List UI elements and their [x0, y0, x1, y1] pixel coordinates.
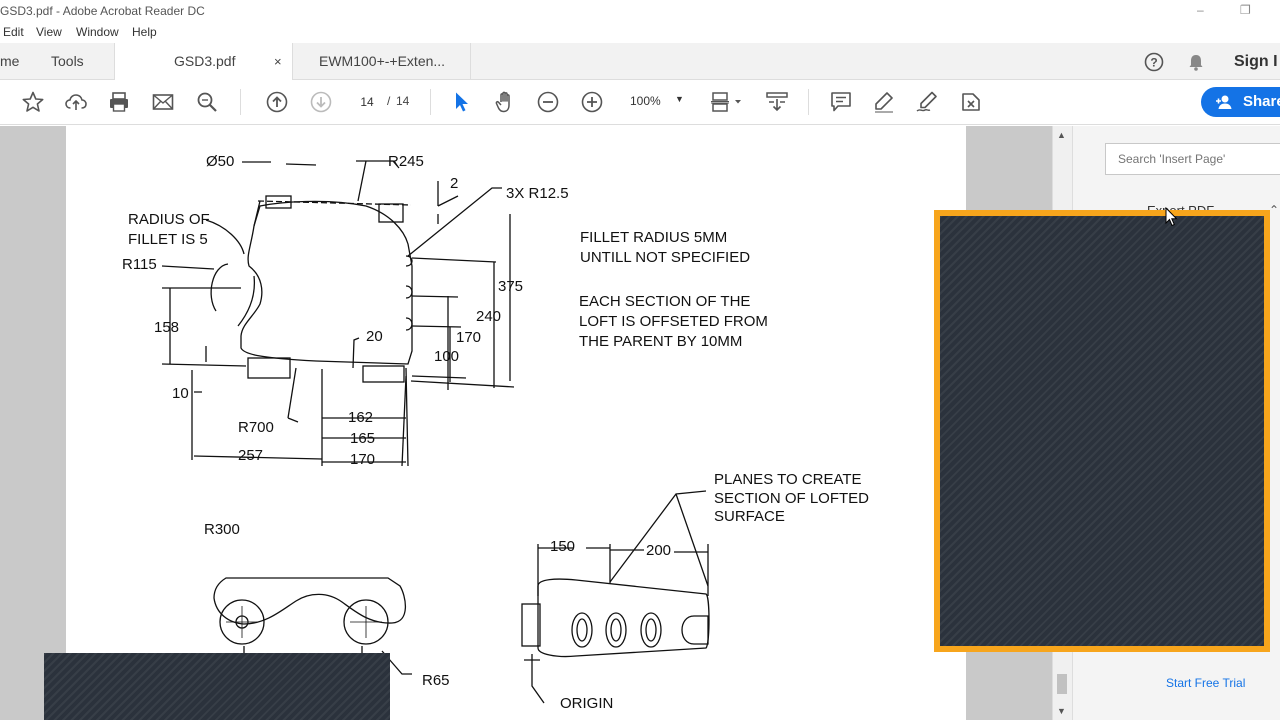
dim-20: 20: [366, 328, 383, 345]
dim-257: 257: [238, 447, 263, 464]
window-title: GSD3.pdf - Adobe Acrobat Reader DC: [0, 4, 205, 18]
tab-active-document[interactable]: GSD3.pdf ×: [114, 43, 293, 80]
planes-note-line3: SURFACE: [714, 508, 785, 525]
share-button[interactable]: Share: [1201, 87, 1280, 117]
total-pages: 14: [396, 94, 410, 108]
upload-cloud-icon[interactable]: [64, 90, 88, 114]
menu-view[interactable]: View: [36, 25, 62, 39]
toolbar-separator: [808, 89, 809, 115]
zoom-level-dropdown[interactable]: 100% ▼: [620, 90, 690, 114]
redaction-overlay: [44, 653, 390, 720]
page-display-icon[interactable]: [708, 90, 744, 114]
hand-tool-icon[interactable]: [493, 90, 517, 114]
dim-170-vertical: 170: [456, 329, 481, 346]
dim-150: 150: [550, 538, 575, 555]
dim-r12-5: 3X R12.5: [506, 185, 569, 202]
zoom-level-value: 100%: [630, 94, 661, 108]
add-user-icon: [1215, 93, 1233, 111]
planes-note-line1: PLANES TO CREATE: [714, 471, 862, 488]
dim-r115: R115: [122, 256, 157, 273]
select-pointer-icon[interactable]: [450, 90, 474, 114]
tab-tools[interactable]: Tools: [51, 43, 84, 80]
page-number-input[interactable]: [348, 90, 386, 114]
notification-bell-icon[interactable]: [1186, 52, 1206, 72]
restore-button[interactable]: ❐: [1240, 3, 1251, 17]
radius-of-fillet-line2: FILLET IS 5: [128, 231, 208, 248]
find-search-icon[interactable]: [195, 90, 219, 114]
tab-other-label: EWM100+-+Exten...: [319, 53, 446, 69]
highlight-pen-icon[interactable]: [872, 90, 896, 114]
scroll-mode-icon[interactable]: [765, 90, 789, 114]
dim-200: 200: [646, 542, 671, 559]
scroll-down-arrow-icon[interactable]: ▼: [1057, 706, 1066, 716]
dim-2: 2: [450, 175, 458, 192]
note-loft-line1: EACH SECTION OF THE: [579, 293, 750, 310]
bookmark-star-icon[interactable]: [21, 90, 45, 114]
dim-r65: R65: [422, 672, 450, 689]
scroll-thumb[interactable]: [1057, 674, 1067, 694]
svg-text:?: ?: [1150, 56, 1157, 70]
tab-active-label: GSD3.pdf: [174, 53, 236, 69]
tab-other-document[interactable]: EWM100+-+Exten...: [293, 43, 471, 80]
dim-158: 158: [154, 319, 179, 336]
sign-in-link[interactable]: Sign I: [1234, 43, 1278, 80]
minimize-button[interactable]: –: [1197, 3, 1204, 17]
scroll-up-arrow-icon[interactable]: ▲: [1057, 130, 1066, 140]
toolbar-separator: [430, 89, 431, 115]
menu-bar: Edit View Window Help: [0, 22, 1280, 44]
page-separator: /: [387, 94, 391, 108]
dim-165: 165: [350, 430, 375, 447]
email-icon[interactable]: [151, 90, 175, 114]
previous-page-icon[interactable]: [265, 90, 289, 114]
menu-edit[interactable]: Edit: [3, 25, 24, 39]
engineering-drawing: Ø50 R245 2 3X R12.5 RADIUS OF FILLET IS …: [122, 153, 869, 712]
toolbar-separator: [240, 89, 241, 115]
dim-240: 240: [476, 308, 501, 325]
chevron-up-icon[interactable]: ⌃: [1269, 203, 1279, 217]
tab-home[interactable]: me: [0, 43, 19, 80]
dim-r700: R700: [238, 419, 274, 436]
tab-bar: me Tools GSD3.pdf × EWM100+-+Exten... ? …: [0, 43, 1280, 80]
comment-icon[interactable]: [829, 90, 853, 114]
note-loft-line2: LOFT IS OFFSETED FROM: [579, 313, 768, 330]
dim-100: 100: [434, 348, 459, 365]
note-fillet-line1: FILLET RADIUS 5MM: [580, 229, 727, 246]
planes-note-line2: SECTION OF LOFTED: [714, 490, 869, 507]
menu-window[interactable]: Window: [76, 25, 119, 39]
toolbar: / 14 100% ▼ Share: [0, 80, 1280, 125]
dim-r300: R300: [204, 521, 240, 538]
next-page-icon[interactable]: [309, 90, 333, 114]
mouse-cursor-icon: [1165, 207, 1178, 227]
print-icon[interactable]: [107, 90, 131, 114]
zoom-in-icon[interactable]: [580, 90, 604, 114]
pdf-page: Ø50 R245 2 3X R12.5 RADIUS OF FILLET IS …: [66, 126, 966, 720]
menu-help[interactable]: Help: [132, 25, 157, 39]
note-loft-line3: THE PARENT BY 10MM: [579, 333, 742, 350]
title-bar: GSD3.pdf - Adobe Acrobat Reader DC – ❐: [0, 0, 1280, 22]
radius-of-fillet-line1: RADIUS OF: [128, 211, 210, 228]
dim-170-horizontal: 170: [350, 451, 375, 468]
more-tools-icon[interactable]: [959, 90, 983, 114]
dim-162: 162: [348, 409, 373, 426]
help-icon[interactable]: ?: [1144, 52, 1164, 72]
note-fillet-line2: UNTILL NOT SPECIFIED: [580, 249, 750, 266]
share-label: Share: [1243, 93, 1280, 110]
dim-d50: Ø50: [206, 153, 234, 170]
sign-pen-icon[interactable]: [915, 90, 939, 114]
start-free-trial-link[interactable]: Start Free Trial: [1166, 676, 1245, 690]
highlighted-redaction-overlay: [934, 210, 1270, 652]
dim-r245: R245: [388, 153, 424, 170]
dim-10: 10: [172, 385, 189, 402]
zoom-out-icon[interactable]: [536, 90, 560, 114]
document-viewport[interactable]: Ø50 R245 2 3X R12.5 RADIUS OF FILLET IS …: [0, 126, 1072, 720]
tools-search-input[interactable]: [1105, 143, 1280, 175]
tab-close-button[interactable]: ×: [274, 43, 282, 80]
dim-375: 375: [498, 278, 523, 295]
chevron-down-icon: ▼: [675, 94, 684, 104]
origin-label: ORIGIN: [560, 695, 613, 712]
